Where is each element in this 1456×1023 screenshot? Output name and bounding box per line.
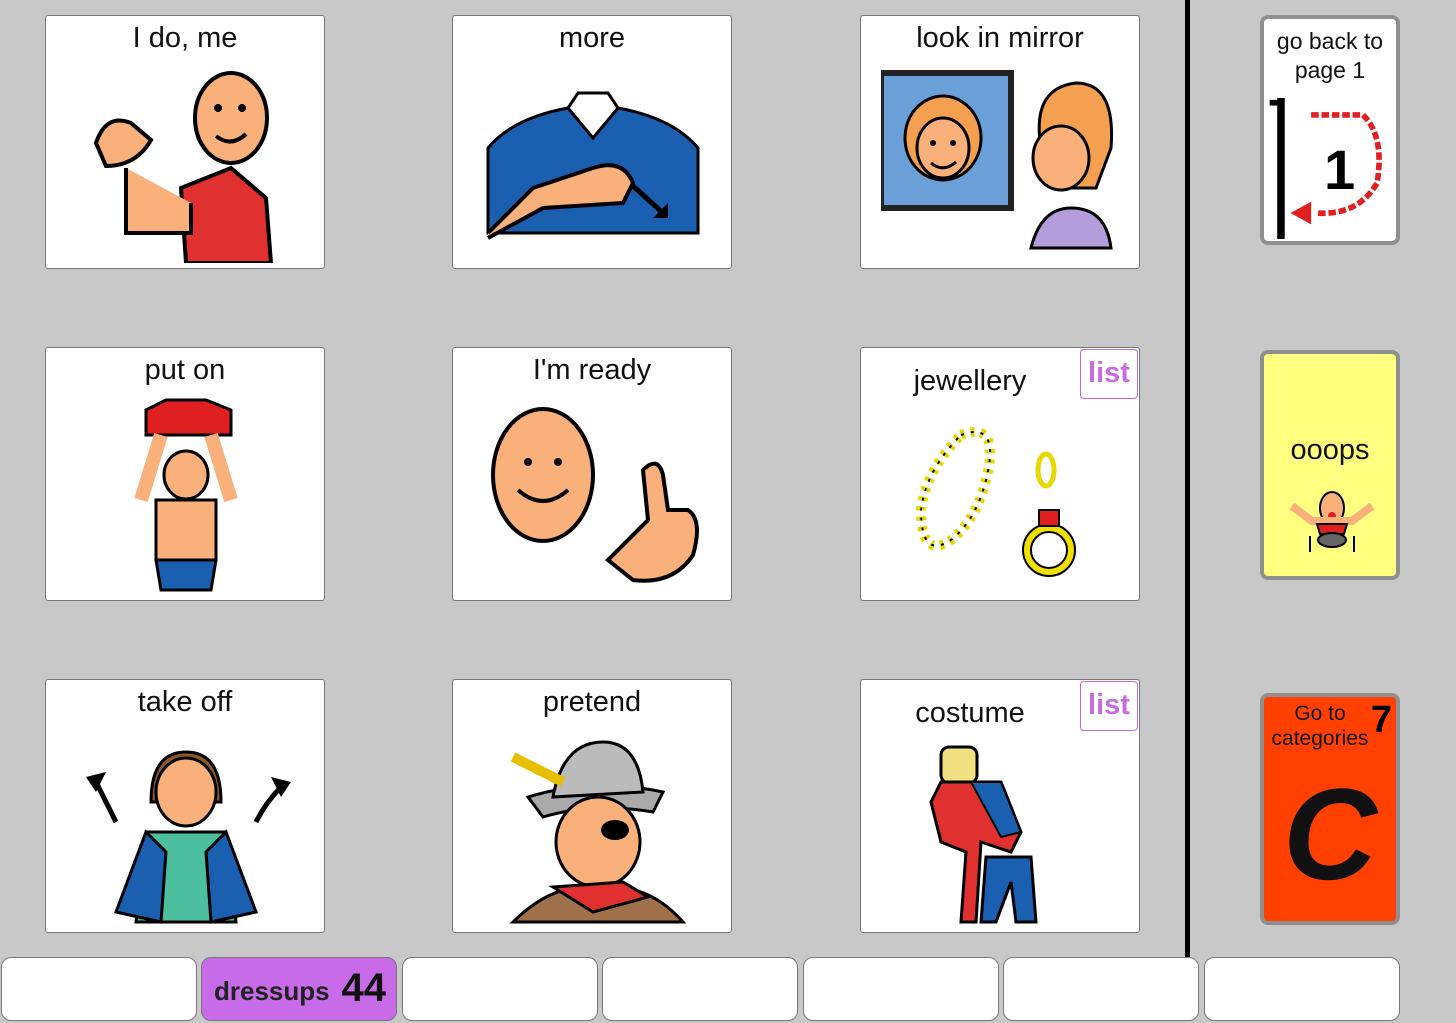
cell-label: pretend	[542, 686, 642, 718]
cell-label: put on	[144, 354, 226, 386]
cell-jewellery[interactable]: jewellery list	[860, 347, 1140, 601]
jewellery-icon	[915, 427, 1076, 577]
vertical-divider	[1185, 0, 1190, 958]
ooops-icon	[1289, 491, 1375, 552]
bottom-tab-4[interactable]	[602, 957, 798, 1021]
cell-look-in-mirror[interactable]: look in mirror	[860, 15, 1140, 269]
bottom-tab-3[interactable]	[402, 957, 598, 1021]
tab-count: 44	[341, 966, 387, 1010]
ooops-label: ooops	[1290, 434, 1370, 466]
ooops-button[interactable]: ooops	[1260, 350, 1400, 580]
more-sign-icon	[486, 91, 700, 240]
jacket-off-icon	[86, 750, 291, 924]
go-back-page-1-button[interactable]: go back to page 1 1	[1260, 15, 1400, 245]
costume-icon	[929, 745, 1038, 924]
cell-label: I'm ready	[532, 354, 652, 386]
cell-more[interactable]: more	[452, 15, 732, 269]
categories-number: 7	[1370, 699, 1392, 741]
categories-letter: C	[1283, 761, 1377, 907]
categories-label: Go to categories	[1271, 702, 1369, 750]
go-back-label: go back to page 1	[1276, 28, 1384, 83]
mirror-icon	[881, 70, 1114, 250]
cell-label: more	[558, 22, 626, 54]
bottom-tab-dressups[interactable]: dressups 44	[201, 957, 397, 1021]
cell-costume[interactable]: costume list	[860, 679, 1140, 933]
shirt-on-icon	[134, 398, 238, 592]
bottom-tab-5[interactable]	[803, 957, 999, 1021]
cell-take-off[interactable]: take off	[45, 679, 325, 933]
cell-i-do-me[interactable]: I do, me	[45, 15, 325, 269]
cell-label: take off	[137, 686, 233, 718]
pirate-icon	[509, 740, 687, 924]
cell-label: I do, me	[132, 22, 238, 54]
thumb-self-icon	[93, 71, 274, 263]
bottom-tab-7[interactable]	[1204, 957, 1400, 1021]
tab-label: dressups	[214, 976, 330, 1006]
cell-put-on[interactable]: put on	[45, 347, 325, 601]
bottom-tab-1[interactable]	[1, 957, 197, 1021]
page-number: 1	[1324, 138, 1356, 201]
cell-im-ready[interactable]: I'm ready	[452, 347, 732, 601]
go-to-categories-button[interactable]: Go to categories 7 C	[1260, 693, 1400, 925]
cell-pretend[interactable]: pretend	[452, 679, 732, 933]
cell-label: look in mirror	[916, 22, 1084, 54]
ready-thumb-icon	[491, 407, 699, 583]
bottom-tab-6[interactable]	[1003, 957, 1199, 1021]
